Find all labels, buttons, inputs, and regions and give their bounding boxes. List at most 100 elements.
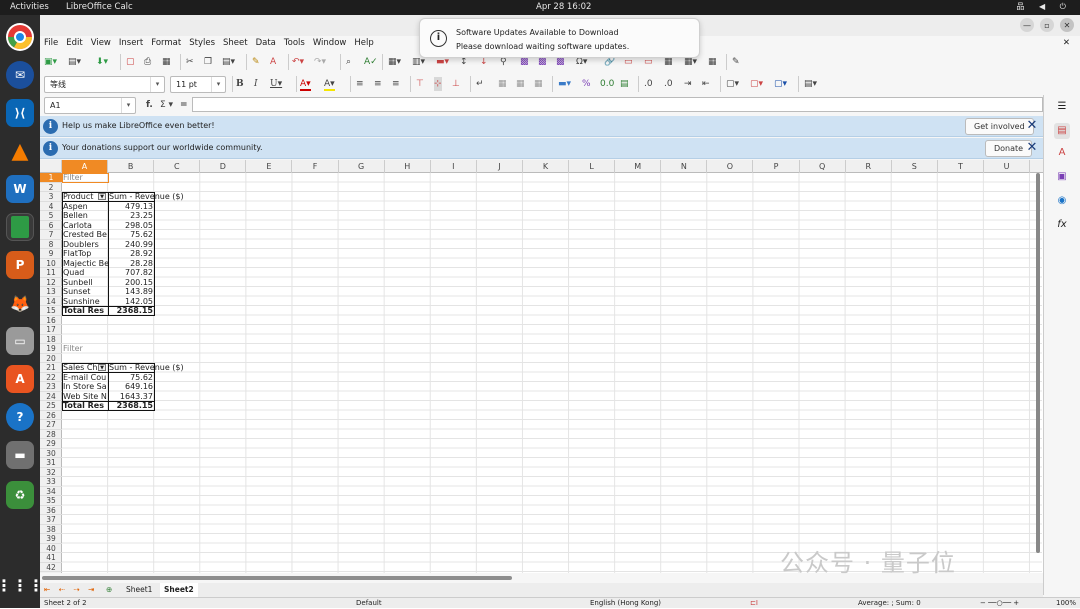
column-header[interactable]: Q [800,160,846,173]
horizontal-scrollbar[interactable] [42,576,512,580]
zoom-level[interactable]: 100% [1056,598,1076,609]
row-header[interactable]: 42 [40,563,62,572]
maximize-button[interactable]: ▫ [1040,18,1054,32]
column-header[interactable]: N [661,160,708,173]
row-header[interactable]: 26 [40,411,62,420]
sidebar-menu-icon[interactable]: ☰ [1054,99,1070,115]
column-header[interactable]: J [477,160,523,173]
row-header[interactable]: 6 [40,221,62,230]
row-header[interactable]: 8 [40,240,62,249]
row-header[interactable]: 9 [40,249,62,259]
merge-cells-icon[interactable]: ▦ [498,77,507,91]
row-header[interactable]: 28 [40,430,62,439]
menu-help[interactable]: Help [350,36,377,51]
row-header[interactable]: 38 [40,525,62,534]
row-header[interactable]: 31 [40,458,62,468]
column-header[interactable]: O [707,160,754,173]
row-header[interactable]: 35 [40,496,62,506]
pivot1-filter[interactable]: Filter [63,173,108,183]
row-header[interactable]: 10 [40,259,62,268]
border-color-icon[interactable]: ▢▾ [774,77,787,91]
row-header[interactable]: 11 [40,268,62,278]
menu-tools[interactable]: Tools [280,36,309,51]
chrome-icon[interactable] [6,23,34,51]
center-vertically-icon[interactable]: ⊹ [434,77,442,91]
spreadsheet-grid[interactable]: ABCDEFGHIJKLMNOPQRSTU 1 2 3 4 5 6 7 8 9 10 11 12 13 1… [40,160,1043,573]
row-header[interactable]: 29 [40,439,62,449]
column-header[interactable]: T [938,160,984,173]
column-header[interactable]: C [154,160,201,173]
row-header[interactable]: 12 [40,278,62,287]
clock[interactable]: Apr 28 16:02 [536,2,591,12]
row-icon[interactable]: ▦▾ [388,55,401,69]
software-center-icon[interactable]: A [6,365,34,393]
app-menu[interactable]: LibreOffice Calc [66,2,133,12]
row-header[interactable]: 24 [40,392,62,401]
print-preview-icon[interactable]: ▦ [162,55,171,69]
open-icon[interactable]: ▤▾ [68,55,81,69]
currency-icon[interactable]: ▬▾ [558,77,571,91]
system-tray[interactable]: 品 ◀ ⏻ [1016,1,1072,12]
row-header[interactable]: 41 [40,553,62,563]
cell-area[interactable]: Filter Product ▼ Sum - Revenue ($) Aspen… [62,173,1042,573]
decrease-indent-icon[interactable]: ⇤ [702,77,710,91]
row-header[interactable]: 1 [40,173,62,183]
align-top-icon[interactable]: ⊤ [416,77,424,91]
row-header[interactable]: 16 [40,316,62,325]
row-header[interactable]: 36 [40,506,62,515]
column-header[interactable]: H [385,160,431,173]
row-header[interactable]: 13 [40,287,62,297]
row-header[interactable]: 14 [40,297,62,306]
border-style-icon[interactable]: ▢▾ [750,77,763,91]
row-header[interactable]: 5 [40,211,62,221]
new-icon[interactable]: ▣▾ [44,55,57,69]
menu-data[interactable]: Data [252,36,280,51]
column-header[interactable]: A [62,160,109,173]
functions-icon[interactable]: fx [1054,217,1070,233]
formula-input[interactable] [192,97,1043,112]
cut-icon[interactable]: ✂ [186,55,194,69]
column-header[interactable]: S [892,160,938,173]
row-header[interactable]: 22 [40,373,62,382]
menu-window[interactable]: Window [309,36,351,51]
menu-sheet[interactable]: Sheet [219,36,252,51]
language[interactable]: English (Hong Kong) [590,598,661,609]
align-left-icon[interactable]: ≡ [356,77,364,91]
column-header[interactable]: P [754,160,800,173]
calc-icon[interactable] [6,213,34,241]
italic-icon[interactable]: I [254,77,258,91]
delete-decimal-icon[interactable]: .0 [664,77,673,91]
close-icon[interactable]: ✕ [1025,118,1039,134]
column-header[interactable]: G [339,160,385,173]
redo-icon[interactable]: ↷▾ [314,55,326,69]
borders-icon[interactable]: ▢▾ [726,77,739,91]
font-name-combo[interactable]: 等线 ▾ [44,76,165,93]
row-header[interactable]: 32 [40,468,62,477]
bold-icon[interactable]: B [236,77,244,91]
unmerge-icon[interactable]: ▦ [516,77,525,91]
app-grid-icon[interactable]: ⋮⋮⋮ [0,571,44,599]
row-header[interactable]: 7 [40,230,62,240]
formula-icon[interactable]: = [180,98,188,112]
selection-mode-icon[interactable]: ⊏I [750,598,758,609]
sheet-nav-icons[interactable]: ⇤ ⇠ ⇢ ⇥ [44,583,97,597]
vertical-scrollbar[interactable] [1034,173,1042,573]
activities-button[interactable]: Activities [10,2,49,12]
column-header[interactable]: M [615,160,662,173]
row-header[interactable]: 39 [40,534,62,544]
help-icon[interactable]: ? [6,403,34,431]
vlc-icon[interactable]: ▲ [6,137,34,165]
undo-icon[interactable]: ↶▾ [292,55,304,69]
clone-formatting-icon[interactable]: ✎ [252,55,260,69]
get-involved-button[interactable]: Get involved [965,118,1034,135]
save-icon[interactable]: ⬇▾ [96,55,108,69]
impress-icon[interactable]: P [6,251,34,279]
highlight-icon[interactable]: A▾ [324,77,335,91]
align-center-icon[interactable]: ≡ [374,77,382,91]
column-header[interactable]: K [523,160,570,173]
row-header[interactable]: 17 [40,325,62,335]
column-header[interactable]: B [108,160,155,173]
find-replace-icon[interactable]: ⌕ [346,55,351,69]
menu-file[interactable]: File [40,36,62,51]
wrap-text-icon[interactable]: ↵ [476,77,484,91]
